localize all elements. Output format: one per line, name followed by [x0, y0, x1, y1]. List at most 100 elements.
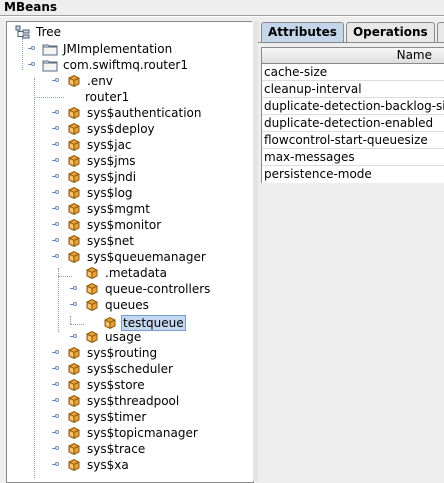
tree-node-queue-controllers[interactable]: queue-controllers [84, 281, 212, 297]
tree-node-metadata[interactable]: .metadata [84, 265, 169, 281]
tree-node-label: queue-controllers [105, 282, 211, 296]
expand-handle-icon[interactable] [52, 382, 59, 387]
expand-handle-icon[interactable] [52, 206, 59, 211]
tree-node-label: sys$trace [87, 442, 146, 456]
tree-line [58, 268, 59, 332]
tree-node-sys-scheduler[interactable]: sys$scheduler [66, 361, 175, 377]
tree-line [70, 316, 71, 324]
tree-node-com-swiftmq-router1[interactable]: com.swiftmq.router1 [42, 57, 190, 73]
tree-node-sys-mgmt[interactable]: sys$mgmt [66, 201, 152, 217]
expand-handle-icon[interactable] [70, 334, 77, 339]
tree-node-queues[interactable]: queues [84, 297, 151, 313]
table-row[interactable]: persistence-mode [262, 166, 444, 183]
expand-handle-icon[interactable] [52, 126, 59, 131]
tree-node-sys-monitor[interactable]: sys$monitor [66, 217, 163, 233]
tree-node-sys-trace[interactable]: sys$trace [66, 441, 147, 457]
tree-node-usage[interactable]: usage [84, 329, 143, 345]
mbean-icon [68, 171, 80, 183]
table-row[interactable]: cleanup-interval [262, 81, 444, 98]
expand-handle-icon[interactable] [52, 110, 59, 115]
expand-handle-icon[interactable] [52, 222, 59, 227]
collapse-handle-icon[interactable] [70, 302, 77, 307]
expand-handle-icon[interactable] [28, 46, 35, 51]
mbean-icon [68, 107, 80, 119]
mbean-icon [68, 235, 80, 247]
mbean-icon [86, 267, 98, 279]
table-row[interactable]: max-messages [262, 149, 444, 166]
mbean-icon [86, 299, 98, 311]
expand-handle-icon[interactable] [52, 462, 59, 467]
mbean-icon [68, 123, 80, 135]
table-row[interactable]: duplicate-detection-backlog-size [262, 98, 444, 115]
tree-node-label: sys$xa [87, 458, 129, 472]
tree-node-label: router1 [85, 90, 130, 104]
tree-node-label: sys$monitor [87, 218, 162, 232]
tree-node-sys-store[interactable]: sys$store [66, 377, 147, 393]
mbean-icon [86, 283, 98, 295]
tree-node-label: sys$scheduler [87, 362, 173, 376]
tab-attributes[interactable]: Attributes [261, 22, 344, 42]
tab-strip: Attributes Operations No [261, 22, 444, 42]
tree-node-sys-jms[interactable]: sys$jms [66, 153, 138, 169]
expand-handle-icon[interactable] [52, 78, 59, 83]
expand-handle-icon[interactable] [52, 366, 59, 371]
expand-handle-icon[interactable] [52, 414, 59, 419]
mbean-icon [68, 395, 80, 407]
mbean-icon [68, 347, 80, 359]
mbean-icon [68, 203, 80, 215]
folder-icon [42, 44, 58, 56]
tree-node-sys-log[interactable]: sys$log [66, 185, 135, 201]
tree-node-label: sys$queuemanager [87, 250, 206, 264]
expand-handle-icon[interactable] [52, 190, 59, 195]
mbean-icon [68, 443, 80, 455]
expand-handle-icon[interactable] [52, 158, 59, 163]
mbean-tree-panel[interactable]: Tree JMImplementation com.swiftmq.router… [6, 21, 254, 483]
tree-node-sys-routing[interactable]: sys$routing [66, 345, 159, 361]
tree-node-sys-jndi[interactable]: sys$jndi [66, 169, 138, 185]
table-row[interactable]: flowcontrol-start-queuesize [262, 132, 444, 149]
tree-node-sys-timer[interactable]: sys$timer [66, 409, 148, 425]
tree-node-sys-jac[interactable]: sys$jac [66, 137, 134, 153]
tree-node-sys-threadpool[interactable]: sys$threadpool [66, 393, 181, 409]
expand-handle-icon[interactable] [70, 286, 77, 291]
expand-handle-icon[interactable] [52, 174, 59, 179]
mbean-icon [68, 379, 80, 391]
tree-node-label: sys$topicmanager [87, 426, 198, 440]
tree-node-label: com.swiftmq.router1 [63, 58, 188, 72]
tree-root[interactable]: Tree [15, 24, 63, 40]
tree-node-sys-net[interactable]: sys$net [66, 233, 136, 249]
tree-line [34, 97, 64, 98]
tree-node-label: sys$net [87, 234, 134, 248]
collapse-handle-icon[interactable] [28, 62, 35, 67]
table-row[interactable]: duplicate-detection-enabled [262, 115, 444, 132]
tree-node-sys-deploy[interactable]: sys$deploy [66, 121, 157, 137]
tab-notifications[interactable]: No [436, 22, 444, 42]
folder-icon [42, 60, 58, 72]
tree-node-router1[interactable]: router1 [80, 89, 131, 105]
tree-node-sys-queuemanager[interactable]: sys$queuemanager [66, 249, 208, 265]
mbean-icon [104, 317, 116, 329]
mbean-icon [68, 411, 80, 423]
tree-node-sys-topicmanager[interactable]: sys$topicmanager [66, 425, 200, 441]
tree-line [22, 38, 23, 70]
table-row[interactable]: cache-size [262, 64, 444, 81]
tree-node-label: sys$mgmt [87, 202, 150, 216]
tree-node-jmimplementation[interactable]: JMImplementation [42, 41, 174, 57]
tree-node-sys-xa[interactable]: sys$xa [66, 457, 131, 473]
mbean-icon [68, 187, 80, 199]
expand-handle-icon[interactable] [52, 398, 59, 403]
expand-handle-icon[interactable] [52, 142, 59, 147]
tree-node-label: sys$jms [87, 154, 136, 168]
tree-line [58, 276, 72, 277]
tree-node-label: sys$store [87, 378, 145, 392]
tab-operations[interactable]: Operations [345, 22, 435, 42]
expand-handle-icon[interactable] [52, 430, 59, 435]
tree-node-sys-authentication[interactable]: sys$authentication [66, 105, 203, 121]
mbean-icon [68, 219, 80, 231]
column-header-name[interactable]: Name [262, 47, 444, 64]
collapse-handle-icon[interactable] [52, 254, 59, 259]
expand-handle-icon[interactable] [52, 446, 59, 451]
tree-node-env[interactable]: .env [66, 73, 115, 89]
expand-handle-icon[interactable] [52, 350, 59, 355]
expand-handle-icon[interactable] [52, 238, 59, 243]
